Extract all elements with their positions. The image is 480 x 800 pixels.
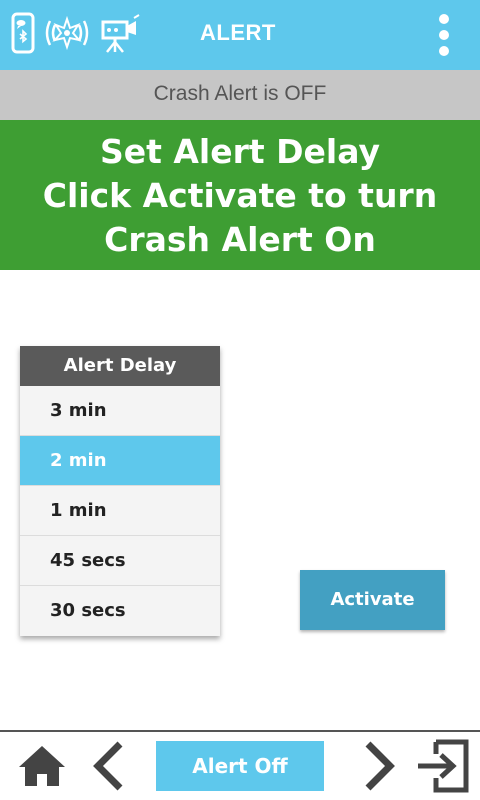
banner-line: Crash Alert On (104, 220, 376, 259)
delay-option-1-min[interactable]: 1 min (20, 486, 220, 536)
delay-option-45-secs[interactable]: 45 secs (20, 536, 220, 586)
home-icon[interactable] (16, 742, 68, 794)
phone-bluetooth-icon (10, 12, 36, 58)
delay-option-30-secs[interactable]: 30 secs (20, 586, 220, 636)
camera-icon (98, 12, 142, 58)
top-app-bar: ALERT (0, 0, 480, 70)
exit-icon[interactable] (414, 738, 472, 798)
page-title: ALERT (200, 20, 276, 45)
chevron-left-icon[interactable] (90, 740, 126, 796)
crash-signal-icon (42, 12, 92, 58)
alert-delay-picker: Alert Delay 3 min 2 min 1 min 45 secs 30… (20, 346, 220, 636)
crash-alert-status: Crash Alert is OFF (0, 70, 480, 120)
delay-option-2-min[interactable]: 2 min (20, 436, 220, 486)
delay-option-3-min[interactable]: 3 min (20, 386, 220, 436)
alert-delay-header: Alert Delay (20, 346, 220, 386)
alert-off-button[interactable]: Alert Off (156, 741, 324, 791)
activate-button[interactable]: Activate (300, 570, 445, 630)
chevron-right-icon[interactable] (362, 740, 398, 796)
bottom-nav-bar: Alert Off (0, 730, 480, 800)
instruction-banner: Set Alert Delay Click Activate to turn C… (0, 120, 480, 270)
banner-line: Set Alert Delay (99, 132, 381, 171)
header-status-icons (10, 12, 142, 58)
more-vertical-icon[interactable] (434, 12, 454, 58)
banner-line: Click Activate to turn (42, 176, 438, 215)
